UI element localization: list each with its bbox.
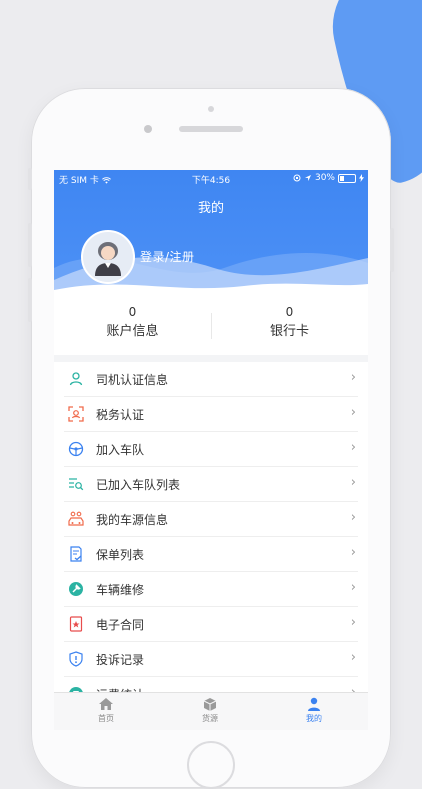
tab-label: 首页 bbox=[98, 714, 114, 723]
account-stats: 0 账户信息 0 银行卡 bbox=[54, 295, 368, 355]
phone-speaker bbox=[179, 126, 243, 132]
avatar-person-icon bbox=[83, 232, 133, 282]
menu-item-joined-fleets[interactable]: 已加入车队列表 › bbox=[64, 467, 358, 502]
tab-cargo[interactable]: 货源 bbox=[158, 697, 262, 724]
phone-mute-switch bbox=[28, 168, 32, 190]
menu-item-label: 司机认证信息 bbox=[96, 373, 169, 387]
document-check-icon bbox=[70, 546, 82, 562]
contract-stamp-icon bbox=[69, 616, 83, 632]
phone-power-button bbox=[390, 228, 394, 272]
location-arrow-icon bbox=[304, 175, 311, 181]
orientation-lock-icon bbox=[293, 174, 301, 182]
menu-item-label: 保单列表 bbox=[96, 548, 145, 562]
menu-item-complaints[interactable]: 投诉记录 › bbox=[64, 642, 358, 677]
phone-camera bbox=[144, 125, 152, 133]
chevron-right-icon: › bbox=[350, 510, 356, 525]
chevron-right-icon: › bbox=[350, 545, 356, 560]
chevron-right-icon: › bbox=[350, 650, 356, 665]
list-search-icon bbox=[69, 478, 84, 491]
avatar[interactable] bbox=[81, 230, 135, 284]
bank-card-value: 0 bbox=[285, 305, 294, 319]
face-scan-icon bbox=[68, 406, 84, 422]
menu-item-join-fleet[interactable]: 加入车队 › bbox=[64, 432, 358, 467]
profile-menu: 司机认证信息 › 税务认证 › 加入车队 › 已加入车队列表 › 我的车源信息 … bbox=[54, 362, 368, 712]
user-outline-icon bbox=[69, 372, 83, 386]
car-people-icon bbox=[68, 511, 84, 526]
bottom-tab-bar: 首页 货源 我的 bbox=[54, 692, 368, 730]
phone-sensor bbox=[208, 106, 214, 112]
menu-item-label: 电子合同 bbox=[96, 618, 145, 632]
shield-alert-icon bbox=[69, 651, 83, 667]
menu-item-label: 投诉记录 bbox=[96, 653, 145, 667]
bank-card-stat[interactable]: 0 银行卡 bbox=[211, 303, 368, 343]
menu-item-label: 税务认证 bbox=[96, 408, 145, 422]
phone-home-button[interactable] bbox=[187, 741, 235, 789]
chevron-right-icon: › bbox=[350, 580, 356, 595]
tab-mine[interactable]: 我的 bbox=[262, 697, 366, 724]
status-bar: 无 SIM 卡 下午4:56 30% bbox=[54, 172, 368, 186]
cargo-box-icon bbox=[203, 698, 217, 711]
tab-label: 货源 bbox=[202, 714, 218, 723]
menu-item-policy-list[interactable]: 保单列表 › bbox=[64, 537, 358, 572]
tab-label: 我的 bbox=[306, 714, 322, 723]
home-icon bbox=[99, 698, 113, 710]
charging-bolt-icon bbox=[359, 174, 364, 182]
app-screen: 无 SIM 卡 下午4:56 30% 我的 登录/注册 0 账户信息 0 银行卡… bbox=[54, 170, 368, 730]
profile-header: 无 SIM 卡 下午4:56 30% 我的 登录/注册 bbox=[54, 170, 368, 295]
login-register-link[interactable]: 登录/注册 bbox=[140, 248, 195, 265]
menu-item-label: 车辆维修 bbox=[96, 583, 145, 597]
profile-icon bbox=[308, 697, 320, 711]
menu-item-vehicle-repair[interactable]: 车辆维修 › bbox=[64, 572, 358, 607]
menu-item-tax-certification[interactable]: 税务认证 › bbox=[64, 397, 358, 432]
chevron-right-icon: › bbox=[350, 615, 356, 630]
battery-icon bbox=[338, 173, 356, 183]
phone-volume-up bbox=[28, 223, 32, 267]
menu-item-label: 加入车队 bbox=[96, 443, 145, 457]
account-info-value: 0 bbox=[128, 305, 137, 319]
chevron-right-icon: › bbox=[350, 370, 356, 385]
tab-home[interactable]: 首页 bbox=[54, 697, 158, 724]
menu-item-e-contract[interactable]: 电子合同 › bbox=[64, 607, 358, 642]
chevron-right-icon: › bbox=[350, 405, 356, 420]
chevron-right-icon: › bbox=[350, 440, 356, 455]
status-right: 30% bbox=[293, 173, 364, 183]
menu-item-my-vehicles[interactable]: 我的车源信息 › bbox=[64, 502, 358, 537]
steering-wheel-icon bbox=[68, 441, 84, 457]
page-title: 我的 bbox=[197, 201, 224, 216]
phone-volume-down bbox=[28, 278, 32, 322]
account-info-label: 账户信息 bbox=[106, 324, 159, 339]
bank-card-label: 银行卡 bbox=[269, 324, 309, 339]
menu-item-driver-certification[interactable]: 司机认证信息 › bbox=[64, 362, 358, 397]
wrench-icon bbox=[69, 582, 83, 596]
menu-item-label: 我的车源信息 bbox=[96, 513, 169, 527]
menu-item-label: 已加入车队列表 bbox=[96, 478, 181, 492]
battery-percent: 30% bbox=[314, 173, 335, 183]
account-info-stat[interactable]: 0 账户信息 bbox=[54, 303, 211, 343]
chevron-right-icon: › bbox=[350, 475, 356, 490]
